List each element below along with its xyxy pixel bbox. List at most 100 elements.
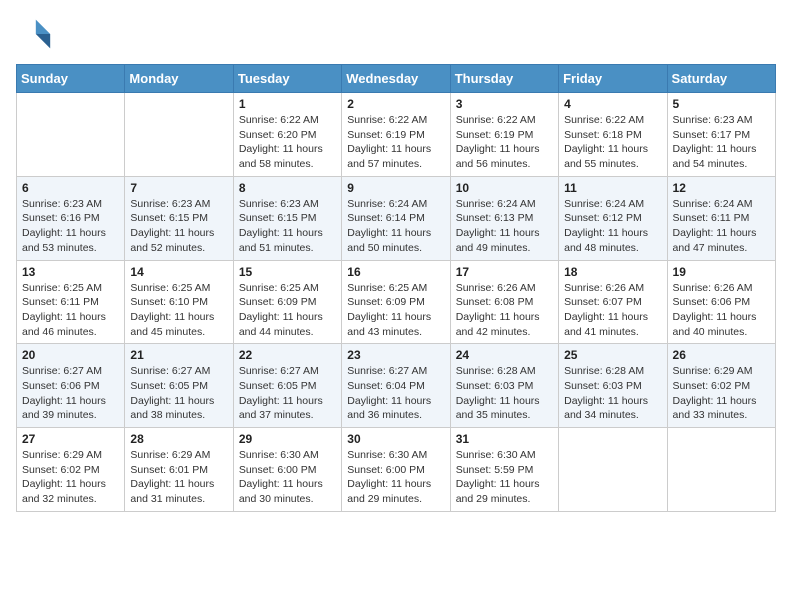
day-info: Sunrise: 6:30 AMSunset: 6:00 PMDaylight:… — [347, 448, 444, 507]
day-number: 18 — [564, 265, 661, 279]
day-info: Sunrise: 6:30 AMSunset: 6:00 PMDaylight:… — [239, 448, 336, 507]
calendar-cell: 19 Sunrise: 6:26 AMSunset: 6:06 PMDayligh… — [667, 260, 775, 344]
day-info: Sunrise: 6:23 AMSunset: 6:17 PMDaylight:… — [673, 113, 770, 172]
weekday-header-tuesday: Tuesday — [233, 65, 341, 93]
calendar-cell: 25 Sunrise: 6:28 AMSunset: 6:03 PMDayligh… — [559, 344, 667, 428]
calendar-cell: 20Sunrise: 6:27 AMSunset: 6:06 PMDayligh… — [17, 344, 125, 428]
day-info: Sunrise: 6:26 AMSunset: 6:08 PMDaylight:… — [456, 281, 553, 340]
day-info: Sunrise: 6:30 AMSunset: 5:59 PMDaylight:… — [456, 448, 553, 507]
day-info: Sunrise: 6:27 AMSunset: 6:06 PMDaylight:… — [22, 364, 119, 423]
weekday-header-saturday: Saturday — [667, 65, 775, 93]
day-info: Sunrise: 6:24 AMSunset: 6:13 PMDaylight:… — [456, 197, 553, 256]
day-number: 30 — [347, 432, 444, 446]
day-info: Sunrise: 6:25 AMSunset: 6:09 PMDaylight:… — [347, 281, 444, 340]
day-info: Sunrise: 6:29 AMSunset: 6:01 PMDaylight:… — [130, 448, 227, 507]
day-info: Sunrise: 6:22 AMSunset: 6:20 PMDaylight:… — [239, 113, 336, 172]
calendar-cell: 29 Sunrise: 6:30 AMSunset: 6:00 PMDayligh… — [233, 428, 341, 512]
calendar-table: SundayMondayTuesdayWednesdayThursdayFrid… — [16, 64, 776, 512]
weekday-header-thursday: Thursday — [450, 65, 558, 93]
calendar-cell: 21 Sunrise: 6:27 AMSunset: 6:05 PMDayligh… — [125, 344, 233, 428]
day-info: Sunrise: 6:24 AMSunset: 6:14 PMDaylight:… — [347, 197, 444, 256]
day-number: 15 — [239, 265, 336, 279]
calendar-week-5: 27 Sunrise: 6:29 AMSunset: 6:02 PMDayligh… — [17, 428, 776, 512]
calendar-cell: 24Sunrise: 6:28 AMSunset: 6:03 PMDayligh… — [450, 344, 558, 428]
calendar-cell: 16 Sunrise: 6:25 AMSunset: 6:09 PMDayligh… — [342, 260, 450, 344]
calendar-cell: 6 Sunrise: 6:23 AMSunset: 6:16 PMDaylight… — [17, 176, 125, 260]
day-info: Sunrise: 6:24 AMSunset: 6:12 PMDaylight:… — [564, 197, 661, 256]
weekday-header-wednesday: Wednesday — [342, 65, 450, 93]
calendar-cell: 27 Sunrise: 6:29 AMSunset: 6:02 PMDayligh… — [17, 428, 125, 512]
day-info: Sunrise: 6:29 AMSunset: 6:02 PMDaylight:… — [22, 448, 119, 507]
day-number: 3 — [456, 97, 553, 111]
calendar-cell: 2 Sunrise: 6:22 AMSunset: 6:19 PMDaylight… — [342, 93, 450, 177]
day-info: Sunrise: 6:23 AMSunset: 6:15 PMDaylight:… — [130, 197, 227, 256]
day-number: 23 — [347, 348, 444, 362]
day-number: 4 — [564, 97, 661, 111]
logo — [16, 16, 58, 52]
day-number: 31 — [456, 432, 553, 446]
day-info: Sunrise: 6:27 AMSunset: 6:05 PMDaylight:… — [239, 364, 336, 423]
calendar-cell: 4 Sunrise: 6:22 AMSunset: 6:18 PMDaylight… — [559, 93, 667, 177]
weekday-header-friday: Friday — [559, 65, 667, 93]
logo-icon — [16, 16, 52, 52]
day-info: Sunrise: 6:27 AMSunset: 6:04 PMDaylight:… — [347, 364, 444, 423]
day-number: 8 — [239, 181, 336, 195]
day-number: 21 — [130, 348, 227, 362]
day-number: 1 — [239, 97, 336, 111]
day-info: Sunrise: 6:26 AMSunset: 6:07 PMDaylight:… — [564, 281, 661, 340]
day-number: 12 — [673, 181, 770, 195]
calendar-cell: 11 Sunrise: 6:24 AMSunset: 6:12 PMDayligh… — [559, 176, 667, 260]
day-number: 10 — [456, 181, 553, 195]
day-number: 9 — [347, 181, 444, 195]
day-number: 6 — [22, 181, 119, 195]
calendar-cell: 1 Sunrise: 6:22 AMSunset: 6:20 PMDaylight… — [233, 93, 341, 177]
day-info: Sunrise: 6:23 AMSunset: 6:16 PMDaylight:… — [22, 197, 119, 256]
calendar-cell: 31 Sunrise: 6:30 AMSunset: 5:59 PMDayligh… — [450, 428, 558, 512]
day-number: 11 — [564, 181, 661, 195]
day-number: 2 — [347, 97, 444, 111]
day-number: 5 — [673, 97, 770, 111]
day-number: 14 — [130, 265, 227, 279]
day-info: Sunrise: 6:29 AMSunset: 6:02 PMDaylight:… — [673, 364, 770, 423]
calendar-cell: 30 Sunrise: 6:30 AMSunset: 6:00 PMDayligh… — [342, 428, 450, 512]
calendar-week-3: 13Sunrise: 6:25 AMSunset: 6:11 PMDayligh… — [17, 260, 776, 344]
day-number: 22 — [239, 348, 336, 362]
calendar-cell: 7 Sunrise: 6:23 AMSunset: 6:15 PMDaylight… — [125, 176, 233, 260]
calendar-week-1: 1 Sunrise: 6:22 AMSunset: 6:20 PMDaylight… — [17, 93, 776, 177]
day-info: Sunrise: 6:26 AMSunset: 6:06 PMDaylight:… — [673, 281, 770, 340]
calendar-cell: 8 Sunrise: 6:23 AMSunset: 6:15 PMDaylight… — [233, 176, 341, 260]
weekday-header-monday: Monday — [125, 65, 233, 93]
calendar-week-4: 20Sunrise: 6:27 AMSunset: 6:06 PMDayligh… — [17, 344, 776, 428]
calendar-cell: 18 Sunrise: 6:26 AMSunset: 6:07 PMDayligh… — [559, 260, 667, 344]
day-number: 29 — [239, 432, 336, 446]
calendar-week-2: 6 Sunrise: 6:23 AMSunset: 6:16 PMDaylight… — [17, 176, 776, 260]
day-number: 28 — [130, 432, 227, 446]
day-info: Sunrise: 6:22 AMSunset: 6:19 PMDaylight:… — [456, 113, 553, 172]
calendar-cell: 15Sunrise: 6:25 AMSunset: 6:09 PMDayligh… — [233, 260, 341, 344]
calendar-header-row: SundayMondayTuesdayWednesdayThursdayFrid… — [17, 65, 776, 93]
calendar-cell: 23 Sunrise: 6:27 AMSunset: 6:04 PMDayligh… — [342, 344, 450, 428]
calendar-cell: 14 Sunrise: 6:25 AMSunset: 6:10 PMDayligh… — [125, 260, 233, 344]
day-number: 26 — [673, 348, 770, 362]
calendar-cell: 9 Sunrise: 6:24 AMSunset: 6:14 PMDaylight… — [342, 176, 450, 260]
day-info: Sunrise: 6:27 AMSunset: 6:05 PMDaylight:… — [130, 364, 227, 423]
day-info: Sunrise: 6:28 AMSunset: 6:03 PMDaylight:… — [564, 364, 661, 423]
calendar-cell: 26 Sunrise: 6:29 AMSunset: 6:02 PMDayligh… — [667, 344, 775, 428]
day-number: 27 — [22, 432, 119, 446]
day-number: 19 — [673, 265, 770, 279]
day-number: 16 — [347, 265, 444, 279]
day-info: Sunrise: 6:22 AMSunset: 6:18 PMDaylight:… — [564, 113, 661, 172]
calendar-cell — [17, 93, 125, 177]
calendar-cell — [559, 428, 667, 512]
calendar-cell: 17Sunrise: 6:26 AMSunset: 6:08 PMDayligh… — [450, 260, 558, 344]
calendar-cell: 12Sunrise: 6:24 AMSunset: 6:11 PMDayligh… — [667, 176, 775, 260]
calendar-cell: 5 Sunrise: 6:23 AMSunset: 6:17 PMDaylight… — [667, 93, 775, 177]
day-info: Sunrise: 6:22 AMSunset: 6:19 PMDaylight:… — [347, 113, 444, 172]
day-info: Sunrise: 6:25 AMSunset: 6:10 PMDaylight:… — [130, 281, 227, 340]
calendar-cell: 10 Sunrise: 6:24 AMSunset: 6:13 PMDayligh… — [450, 176, 558, 260]
calendar-cell: 13Sunrise: 6:25 AMSunset: 6:11 PMDayligh… — [17, 260, 125, 344]
page-header — [16, 16, 776, 52]
day-number: 25 — [564, 348, 661, 362]
day-number: 7 — [130, 181, 227, 195]
day-info: Sunrise: 6:23 AMSunset: 6:15 PMDaylight:… — [239, 197, 336, 256]
